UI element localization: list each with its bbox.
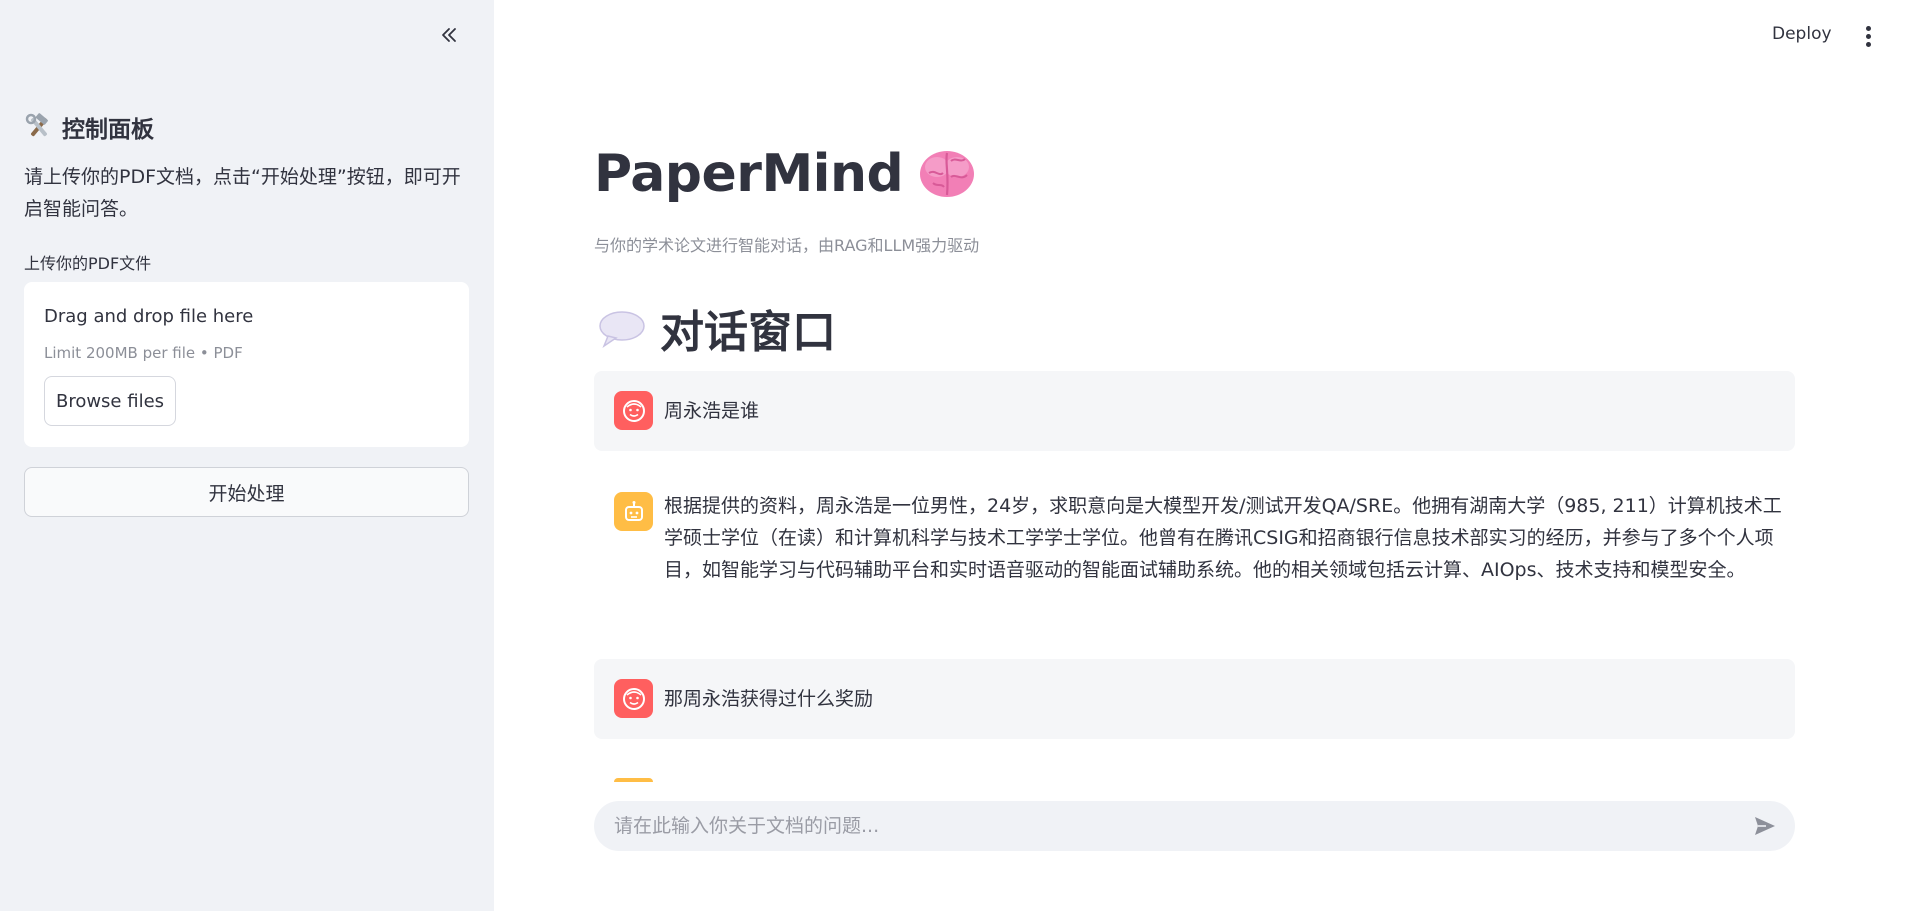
page-title: PaperMind (594, 144, 977, 204)
send-button[interactable] (1752, 814, 1778, 838)
collapse-sidebar-button[interactable] (436, 22, 462, 48)
sidebar-title-text: 控制面板 (62, 117, 154, 143)
menu-dot (1865, 25, 1871, 31)
chat-input[interactable] (614, 801, 1734, 851)
user-avatar (614, 391, 653, 430)
menu-dot (1865, 33, 1871, 39)
menu-dot (1865, 41, 1871, 47)
start-processing-button[interactable]: 开始处理 (24, 467, 469, 517)
upload-label: 上传你的PDF文件 (24, 254, 152, 273)
sidebar: 控制面板 请上传你的PDF文档，点击“开始处理”按钮，即可开启智能问答。 上传你… (0, 0, 494, 911)
message-text: 周永浩是谁 (664, 400, 760, 422)
chat-message-user: 那周永浩获得过什么奖励 (594, 659, 1795, 739)
brain-icon (920, 151, 975, 197)
sidebar-description: 请上传你的PDF文档，点击“开始处理”按钮，即可开启智能问答。 (24, 166, 461, 220)
chat-message-assistant: 根据提供的资料，周永浩是一位男性，24岁，求职意向是大模型开发/测试开发QA/S… (594, 472, 1795, 632)
deploy-button[interactable]: Deploy (1772, 24, 1832, 44)
user-face-icon (622, 399, 645, 422)
send-icon (1755, 817, 1775, 835)
message-text: 根据提供的资料，周永浩是一位男性，24岁，求职意向是大模型开发/测试开发QA/S… (664, 495, 1782, 581)
chat-heading: 对话窗口 (598, 296, 836, 360)
browse-files-button[interactable]: Browse files (44, 376, 176, 426)
assistant-avatar (614, 492, 653, 531)
dropzone-title: Drag and drop file here (44, 306, 254, 327)
page-title-text: PaperMind (594, 144, 904, 204)
dropzone-limit: Limit 200MB per file • PDF (44, 344, 243, 362)
chat-heading-text: 对话窗口 (660, 307, 836, 358)
message-text: 那周永浩获得过什么奖励 (664, 688, 874, 710)
page-subtitle: 与你的学术论文进行智能对话，由RAG和LLM强力驱动 (594, 236, 980, 255)
user-face-icon (622, 687, 645, 710)
chat-message-user: 周永浩是谁 (594, 371, 1795, 451)
sidebar-title: 控制面板 (24, 110, 154, 144)
user-avatar (614, 679, 653, 718)
main-menu-button[interactable] (1858, 22, 1878, 50)
double-chevron-left-icon (442, 28, 456, 42)
chat-input-container (594, 801, 1795, 851)
file-dropzone[interactable]: Drag and drop file here Limit 200MB per … (24, 282, 469, 447)
hammer-wrench-icon (25, 113, 48, 137)
speech-bubble-icon (599, 311, 645, 348)
robot-icon (624, 500, 643, 521)
